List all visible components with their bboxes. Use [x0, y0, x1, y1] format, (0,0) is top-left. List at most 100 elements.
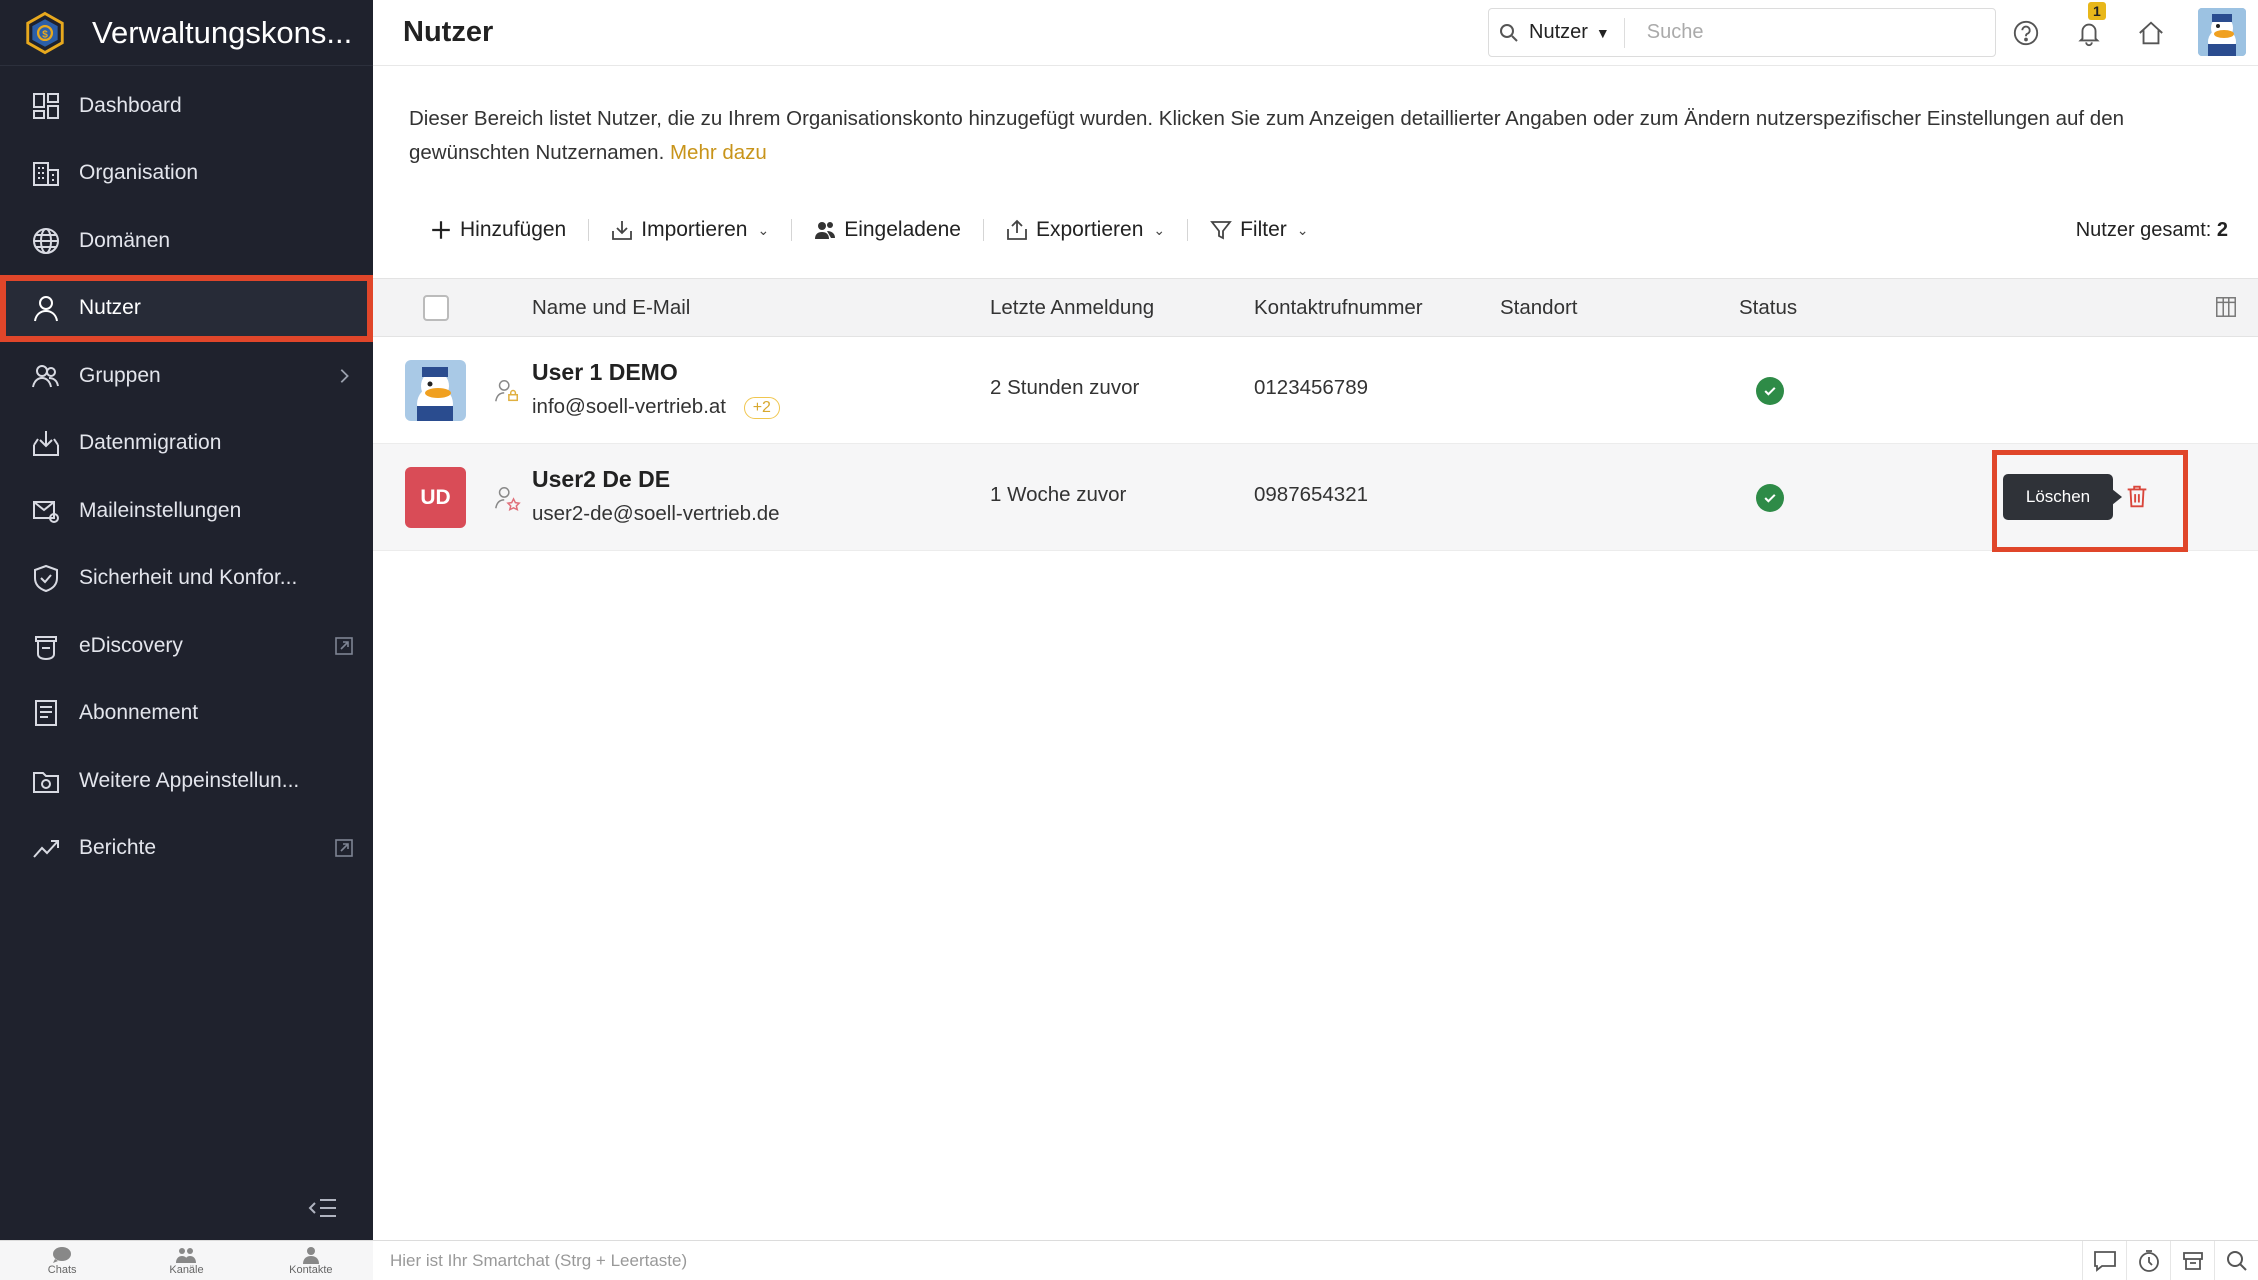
sidebar-item-label: Weitere Appeinstellun...: [79, 768, 300, 792]
external-link-icon[interactable]: [333, 635, 355, 657]
import-button[interactable]: Importieren ⌄: [601, 208, 779, 252]
ediscovery-icon: [30, 630, 62, 662]
user-name[interactable]: User 1 DEMO: [532, 359, 678, 386]
column-header-location[interactable]: Standort: [1500, 296, 1578, 320]
extra-emails-badge[interactable]: +2: [743, 396, 780, 419]
sidebar-item-label: Abonnement: [79, 701, 199, 725]
tab-chats[interactable]: Chats: [0, 1241, 124, 1280]
sidebar-item-label: Dashboard: [79, 93, 182, 117]
notification-badge: 1: [2088, 2, 2106, 20]
toolbar-divider: [588, 219, 590, 241]
sidebar-item-subscription[interactable]: Abonnement: [0, 680, 373, 748]
sidebar-item-label: Sicherheit und Konfor...: [79, 566, 298, 590]
sidebar-item-ediscovery[interactable]: eDiscovery: [0, 612, 373, 680]
more-info-link[interactable]: Mehr dazu: [670, 141, 767, 164]
svg-text:$: $: [42, 29, 48, 40]
search-input[interactable]: [1646, 21, 1947, 44]
invited-users-button[interactable]: Eingeladene: [804, 208, 971, 252]
user-email: info@soell-vertrieb.at +2: [532, 395, 780, 419]
sidebar-item-label: Maileinstellungen: [79, 498, 242, 522]
archive-icon[interactable]: [2170, 1241, 2214, 1280]
add-user-button[interactable]: Hinzufügen: [420, 208, 576, 252]
users-toolbar: Hinzufügen Importieren ⌄ Eingeladene Exp…: [420, 208, 2228, 252]
home-icon[interactable]: [2134, 16, 2168, 50]
smartchat-input[interactable]: Hier ist Ihr Smartchat (Strg + Leertaste…: [390, 1241, 687, 1280]
chevron-down-icon: ⌄: [1296, 221, 1309, 238]
notifications-bell-icon[interactable]: 1: [2072, 2, 2106, 50]
table-header: Name und E-Mail Letzte Anmeldung Kontakt…: [373, 278, 2258, 337]
user-email: user2-de@soell-vertrieb.de: [532, 502, 780, 525]
sidebar-item-app-settings[interactable]: Weitere Appeinstellun...: [0, 747, 373, 815]
trend-icon: [30, 832, 62, 864]
download-tray-icon: [30, 427, 62, 459]
tab-channels-label: Kanäle: [169, 1264, 204, 1276]
chevron-down-icon: ⌄: [757, 221, 770, 238]
page-description: Dieser Bereich listet Nutzer, die zu Ihr…: [409, 102, 2209, 170]
filter-label: Filter: [1240, 218, 1287, 241]
sidebar-item-organisation[interactable]: Organisation: [0, 140, 373, 208]
search-scope-dropdown[interactable]: Nutzer ▼: [1529, 17, 1625, 48]
column-header-status[interactable]: Status: [1739, 296, 1797, 320]
sidebar-item-label: eDiscovery: [79, 633, 183, 657]
sidebar-item-mail-settings[interactable]: Maileinstellungen: [0, 477, 373, 545]
filter-button[interactable]: Filter ⌄: [1200, 208, 1318, 252]
sidebar-item-label: Gruppen: [79, 363, 161, 387]
bottom-right-icons: [2082, 1241, 2258, 1280]
import-label: Importieren: [641, 218, 748, 241]
export-icon: [1007, 219, 1027, 240]
column-header-last-login[interactable]: Letzte Anmeldung: [990, 296, 1154, 320]
app-root: $ Verwaltungskons... Dashboard Organisat…: [0, 0, 2258, 1280]
search-icon[interactable]: [2214, 1241, 2258, 1280]
tab-chats-label: Chats: [47, 1264, 77, 1276]
column-settings-icon[interactable]: [2214, 295, 2240, 321]
sidebar-item-groups[interactable]: Gruppen: [0, 342, 373, 410]
users-total: Nutzer gesamt: 2: [2076, 219, 2228, 242]
chat-tabs: Chats Kanäle Kontakte: [0, 1241, 373, 1280]
brand[interactable]: $ Verwaltungskons...: [0, 0, 373, 66]
export-button[interactable]: Exportieren ⌄: [996, 208, 1175, 252]
sidebar-item-label: Nutzer: [79, 296, 141, 320]
chevron-down-icon: ⌄: [1153, 221, 1166, 238]
select-all-checkbox[interactable]: [423, 295, 449, 321]
channels-icon: [176, 1248, 197, 1263]
sidebar-item-users[interactable]: Nutzer: [0, 274, 373, 342]
help-icon[interactable]: [2009, 16, 2043, 50]
message-icon[interactable]: [2082, 1241, 2126, 1280]
sidebar-item-dashboard[interactable]: Dashboard: [0, 72, 373, 140]
user-email-text: info@soell-vertrieb.at: [532, 395, 726, 418]
table-row[interactable]: UD User2 De DE user2-de@soell-vertrieb.d…: [373, 444, 2258, 552]
delete-tooltip: Löschen: [2003, 474, 2122, 520]
trash-icon[interactable]: [2123, 482, 2153, 512]
search-scope-label: Nutzer: [1529, 21, 1588, 43]
column-header-phone[interactable]: Kontaktrufnummer: [1254, 296, 1423, 320]
tab-contacts[interactable]: Kontakte: [249, 1241, 373, 1280]
last-login: 1 Woche zuvor: [990, 483, 1127, 506]
table-row[interactable]: User 1 DEMO info@soell-vertrieb.at +2 2 …: [373, 337, 2258, 444]
timer-icon[interactable]: [2126, 1241, 2170, 1280]
last-login: 2 Stunden zuvor: [990, 376, 1140, 399]
bottom-bar: Chats Kanäle Kontakte Hier ist Ihr Smart…: [0, 1240, 2258, 1280]
sidebar-item-domains[interactable]: Domänen: [0, 207, 373, 275]
user-icon: [30, 292, 62, 324]
profile-avatar[interactable]: [2198, 8, 2246, 56]
building-icon: [30, 157, 62, 189]
group-icon: [30, 360, 62, 392]
column-header-name-email[interactable]: Name und E-Mail: [532, 296, 690, 320]
phone-number: 0123456789: [1254, 376, 1369, 399]
collapse-sidebar-icon[interactable]: [308, 1196, 338, 1220]
sidebar-nav: Dashboard Organisation Domänen Nutzer Gr…: [0, 72, 373, 882]
sidebar-item-reports[interactable]: Berichte: [0, 815, 373, 883]
invited-users-label: Eingeladene: [844, 218, 961, 241]
sidebar-item-label: Organisation: [79, 161, 199, 185]
user-name[interactable]: User2 De DE: [532, 466, 670, 493]
tab-channels[interactable]: Kanäle: [124, 1241, 248, 1280]
sidebar: $ Verwaltungskons... Dashboard Organisat…: [0, 0, 373, 1240]
external-link-icon[interactable]: [333, 837, 355, 859]
sidebar-item-data-migration[interactable]: Datenmigration: [0, 410, 373, 478]
sidebar-item-security[interactable]: Sicherheit und Konfor...: [0, 545, 373, 613]
plus-icon: [432, 221, 450, 239]
shield-icon: [30, 562, 62, 594]
invited-users-icon: [815, 222, 836, 239]
import-icon: [612, 221, 633, 240]
users-total-label: Nutzer gesamt:: [2075, 218, 2212, 241]
